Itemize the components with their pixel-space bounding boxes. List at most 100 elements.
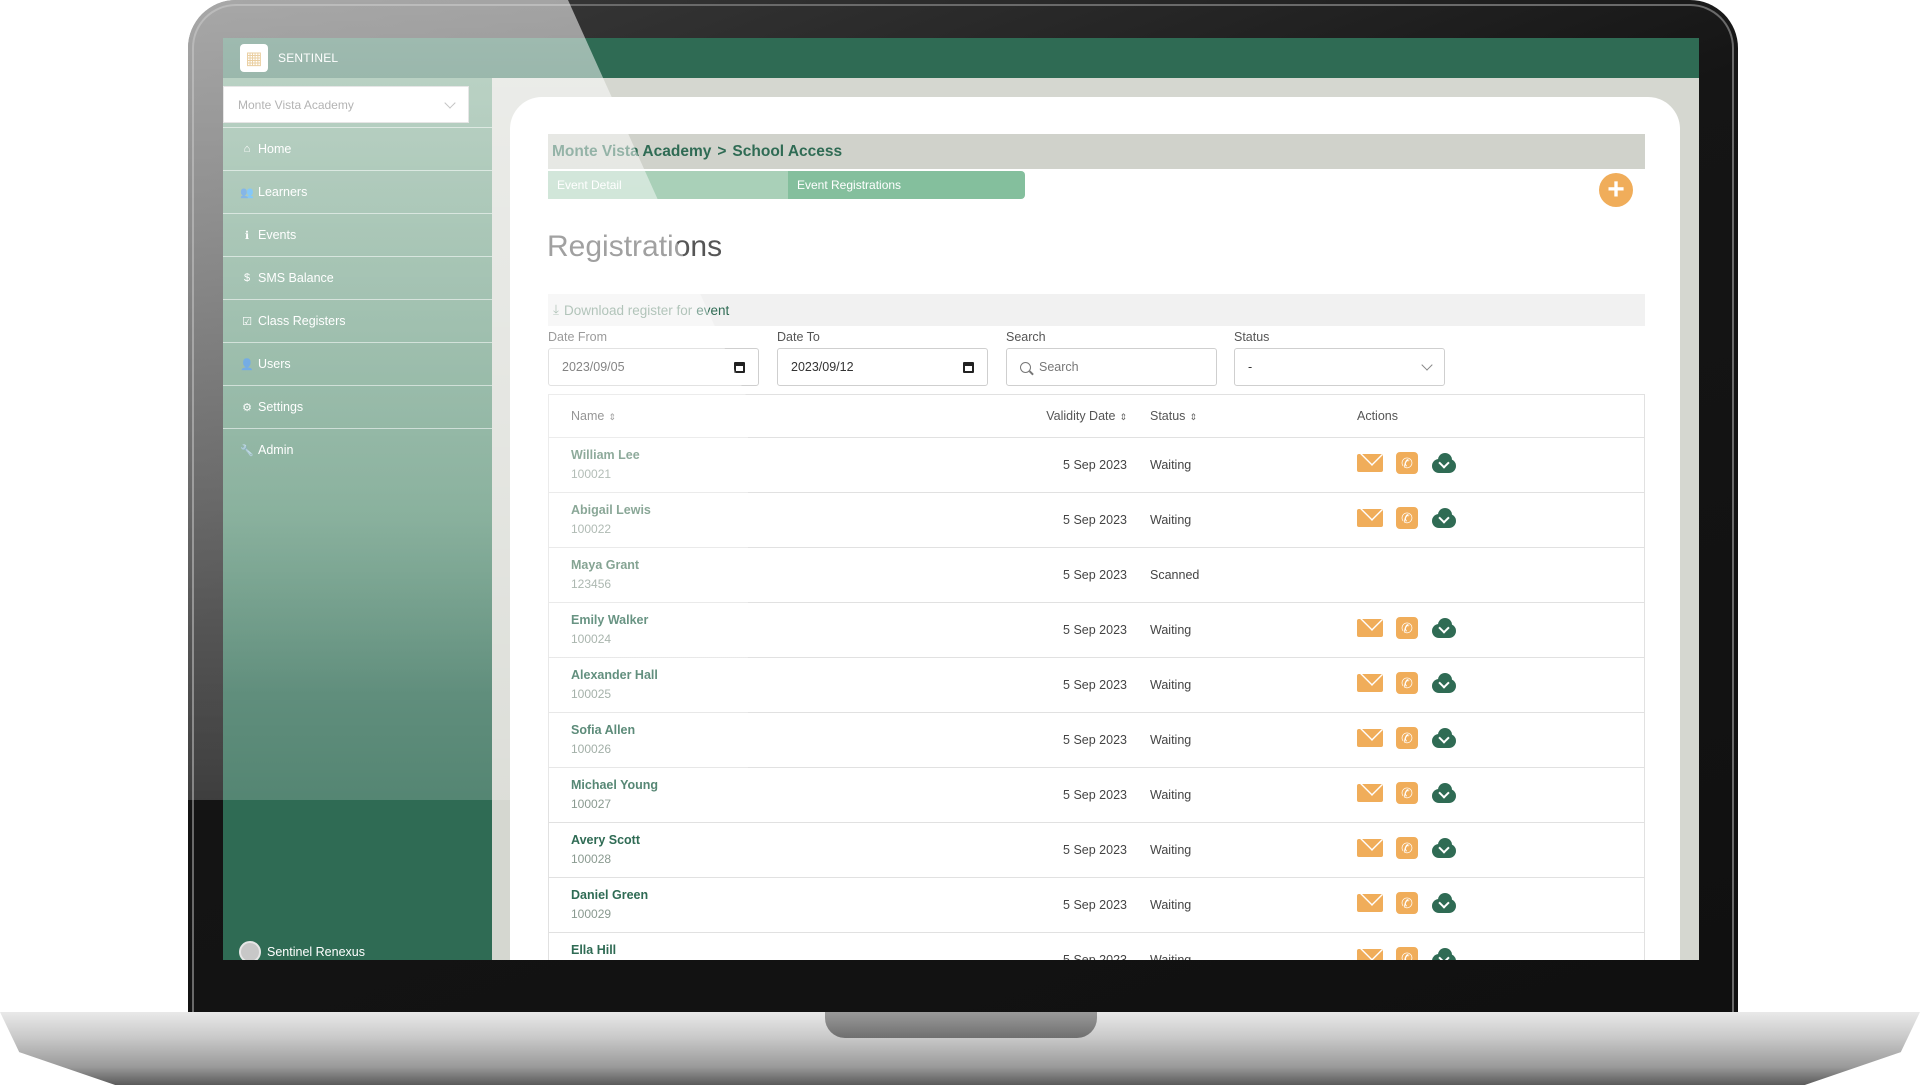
add-registration-button[interactable]: + (1599, 173, 1633, 207)
phone-icon[interactable]: ✆ (1396, 782, 1418, 804)
sort-icon[interactable]: ⇕ (608, 412, 616, 422)
school-select[interactable]: Monte Vista Academy (223, 86, 469, 123)
sidebar-item-label: Learners (258, 185, 308, 199)
validity-date: 5 Sep 2023 (1063, 568, 1127, 582)
table-row: Daniel Green 100029 5 Sep 2023 Waiting ✆ (549, 878, 1644, 933)
email-icon[interactable] (1357, 839, 1383, 857)
learner-name[interactable]: Avery Scott (571, 833, 640, 847)
phone-icon[interactable]: ✆ (1396, 617, 1418, 639)
cloud-download-icon[interactable] (1430, 508, 1458, 528)
sidebar-item-users[interactable]: 👤 Users (223, 342, 492, 385)
cloud-download-icon[interactable] (1430, 453, 1458, 473)
email-icon[interactable] (1357, 894, 1383, 912)
tab-event-detail[interactable]: Event Detail (548, 171, 788, 199)
cloud-download-icon[interactable] (1430, 838, 1458, 858)
phone-icon[interactable]: ✆ (1396, 507, 1418, 529)
calendar-icon[interactable] (963, 361, 974, 373)
learner-name[interactable]: Alexander Hall (571, 668, 658, 682)
cloud-download-icon[interactable] (1430, 948, 1458, 960)
sidebar-item-class-registers[interactable]: ☑ Class Registers (223, 299, 492, 342)
cloud-download-icon[interactable] (1430, 673, 1458, 693)
sort-icon[interactable]: ⇕ (1189, 412, 1197, 422)
learner-name[interactable]: Abigail Lewis (571, 503, 651, 517)
date-to-input[interactable]: 2023/09/12 (777, 348, 988, 386)
sidebar-item-admin[interactable]: 🔧 Admin (223, 428, 492, 471)
table-row: Abigail Lewis 100022 5 Sep 2023 Waiting ✆ (549, 493, 1644, 548)
tab-event-registrations[interactable]: Event Registrations (788, 171, 1025, 199)
phone-icon[interactable]: ✆ (1396, 727, 1418, 749)
phone-icon[interactable]: ✆ (1396, 947, 1418, 960)
cloud-download-icon[interactable] (1430, 618, 1458, 638)
breadcrumb-separator: > (717, 142, 727, 160)
column-status-label: Status (1150, 409, 1186, 423)
validity-date: 5 Sep 2023 (1063, 623, 1127, 637)
breadcrumb: Monte Vista Academy > School Access (548, 134, 1645, 169)
phone-icon[interactable]: ✆ (1396, 672, 1418, 694)
users-group-icon: 👥 (240, 186, 254, 199)
row-actions: ✆ (1357, 947, 1458, 960)
column-name-label: Name (571, 409, 605, 423)
cloud-download-icon[interactable] (1430, 893, 1458, 913)
learner-name[interactable]: Daniel Green (571, 888, 648, 902)
registration-status: Waiting (1150, 623, 1192, 637)
cloud-download-icon[interactable] (1430, 783, 1458, 803)
learner-name[interactable]: William Lee (571, 448, 640, 462)
email-icon[interactable] (1357, 674, 1383, 692)
sidebar: Monte Vista Academy ⌂ Home 👥 Learners ℹ Event… (223, 78, 492, 960)
screen: ▦ SENTINEL Monte Vista Academy ⌂ Home 👥 Lea… (223, 38, 1699, 960)
learner-name[interactable]: Maya Grant (571, 558, 639, 572)
email-icon[interactable] (1357, 619, 1383, 637)
sidebar-item-home[interactable]: ⌂ Home (223, 127, 492, 170)
learner-name[interactable]: Sofia Allen (571, 723, 635, 737)
user-name: Sentinel Renexus (267, 945, 365, 959)
learner-name[interactable]: Emily Walker (571, 613, 648, 627)
row-actions: ✆ (1357, 507, 1458, 529)
row-actions: ✆ (1357, 892, 1458, 914)
download-icon: ⤓ (553, 302, 559, 317)
sidebar-user[interactable]: Sentinel Renexus (239, 941, 365, 960)
phone-icon[interactable]: ✆ (1396, 892, 1418, 914)
sidebar-item-label: Home (258, 142, 292, 156)
status-select[interactable]: - (1234, 348, 1445, 386)
search-input[interactable]: Search (1006, 348, 1217, 386)
registrations-table: Name ⇕ Validity Date ⇕ Status ⇕ Actions Wil… (548, 394, 1645, 960)
phone-icon[interactable]: ✆ (1396, 837, 1418, 859)
column-status[interactable]: Status ⇕ (1150, 409, 1197, 423)
registration-status: Waiting (1150, 898, 1192, 912)
learner-name[interactable]: Ella Hill (571, 943, 616, 957)
breadcrumb-section[interactable]: School Access (732, 143, 842, 161)
calendar-icon[interactable] (734, 361, 745, 373)
cloud-download-icon[interactable] (1430, 728, 1458, 748)
learner-id: 100024 (571, 632, 612, 646)
email-icon[interactable] (1357, 509, 1383, 527)
sidebar-item-sms-balance[interactable]: $ SMS Balance (223, 256, 492, 299)
learner-id: 100026 (571, 742, 612, 756)
email-icon[interactable] (1357, 729, 1383, 747)
avatar (239, 941, 261, 960)
email-icon[interactable] (1357, 454, 1383, 472)
sidebar-item-settings[interactable]: ⚙ Settings (223, 385, 492, 428)
date-from-input[interactable]: 2023/09/05 (548, 348, 759, 386)
row-actions: ✆ (1357, 727, 1458, 749)
phone-icon[interactable]: ✆ (1396, 452, 1418, 474)
column-validity[interactable]: Validity Date ⇕ (1017, 409, 1127, 423)
user-icon: 👤 (240, 358, 254, 371)
column-name[interactable]: Name ⇕ (571, 409, 616, 423)
validity-date: 5 Sep 2023 (1063, 788, 1127, 802)
sidebar-item-events[interactable]: ℹ Events (223, 213, 492, 256)
sidebar-item-learners[interactable]: 👥 Learners (223, 170, 492, 213)
learner-id: 123456 (571, 577, 612, 591)
checkbox-icon: ☑ (242, 315, 252, 328)
table-row: Emily Walker 100024 5 Sep 2023 Waiting ✆ (549, 603, 1644, 658)
top-bar: ▦ SENTINEL (223, 38, 1699, 78)
email-icon[interactable] (1357, 949, 1383, 960)
breadcrumb-school[interactable]: Monte Vista Academy (552, 143, 711, 161)
date-from-value: 2023/09/05 (562, 360, 625, 374)
sort-icon[interactable]: ⇕ (1119, 412, 1127, 422)
email-icon[interactable] (1357, 784, 1383, 802)
learner-name[interactable]: Michael Young (571, 778, 658, 792)
download-register-link[interactable]: ⤓ Download register for event (548, 294, 1645, 326)
date-to-group: Date To 2023/09/12 (777, 330, 988, 386)
app-logo-icon[interactable]: ▦ (240, 44, 268, 72)
row-actions: ✆ (1357, 452, 1458, 474)
